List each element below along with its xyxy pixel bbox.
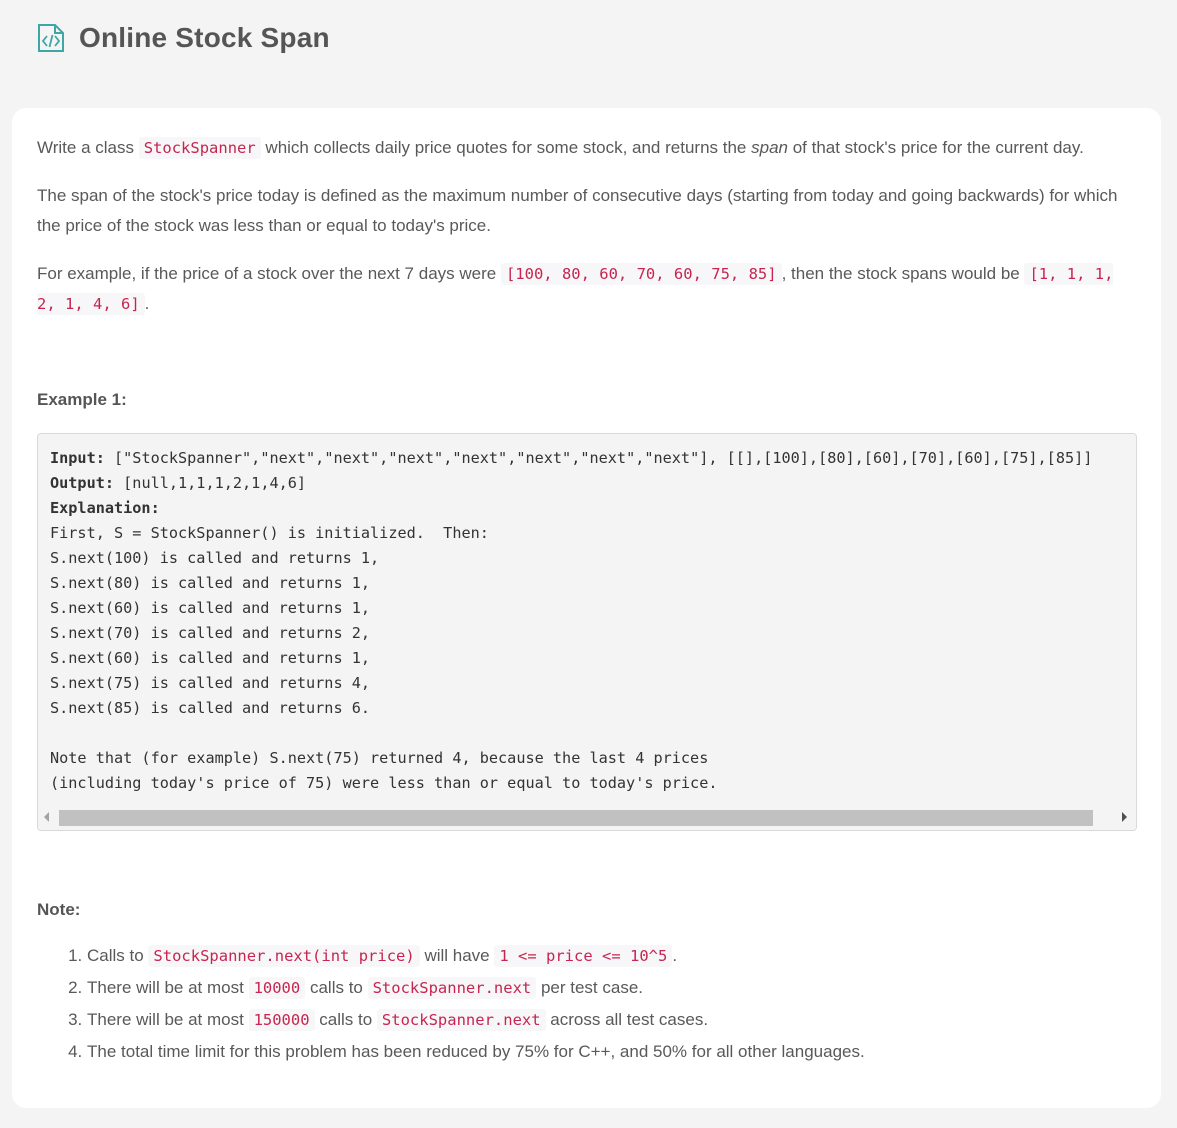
explanation-line: S.next(60) is called and returns 1, (50, 599, 371, 617)
text-segment: per test case. (536, 978, 644, 997)
explanation-line: S.next(60) is called and returns 1, (50, 649, 371, 667)
example-code-text: Input: ["StockSpanner","next","next","ne… (50, 446, 1092, 796)
scrollbar-thumb[interactable] (59, 810, 1093, 826)
explanation-line: S.next(80) is called and returns 1, (50, 574, 371, 592)
description-paragraph-1: Write a class StockSpanner which collect… (37, 133, 1084, 163)
page-header: Online Stock Span (37, 18, 330, 58)
inline-code: [100, 80, 60, 70, 60, 75, 85] (500, 263, 782, 285)
text-segment: There will be at most (87, 1010, 249, 1029)
inline-code: StockSpanner (138, 137, 261, 159)
text-segment: will have (419, 946, 495, 965)
inline-code: StockSpanner.next(int price) (148, 945, 420, 967)
inline-code: StockSpanner.next (376, 1009, 546, 1031)
text-segment: The total time limit for this problem ha… (87, 1042, 865, 1061)
notes-list: Calls to StockSpanner.next(int price) wi… (37, 940, 865, 1067)
text-segment: across all test cases. (545, 1010, 709, 1029)
explanation-line: S.next(75) is called and returns 4, (50, 674, 371, 692)
inline-code: 1 <= price <= 10^5 (494, 945, 673, 967)
horizontal-scrollbar[interactable] (38, 806, 1136, 830)
example-code-block[interactable]: Input: ["StockSpanner","next","next","ne… (37, 433, 1137, 831)
output-label: Output: (50, 474, 115, 492)
text-segment: which collects daily price quotes for so… (260, 138, 752, 157)
text-segment: Calls to (87, 946, 149, 965)
text-segment: , then the stock spans would be (781, 264, 1025, 283)
text-segment: There will be at most (87, 978, 249, 997)
note-item: There will be at most 150000 calls to St… (87, 1004, 865, 1036)
text-segment: . (144, 294, 150, 313)
text-segment: For example, if the price of a stock ove… (37, 264, 501, 283)
input-value: ["StockSpanner","next","next","next","ne… (104, 449, 1093, 467)
page-title: Online Stock Span (79, 22, 330, 53)
explanation-line: S.next(70) is called and returns 2, (50, 624, 371, 642)
explanation-line: Note that (for example) S.next(75) retur… (50, 749, 709, 767)
description-paragraph-3: For example, if the price of a stock ove… (37, 259, 1137, 319)
explanation-line: (including today's price of 75) were les… (50, 774, 718, 792)
explanation-line: First, S = StockSpanner() is initialized… (50, 524, 489, 542)
problem-card: Write a class StockSpanner which collect… (12, 108, 1161, 1108)
note-heading: Note: (37, 900, 81, 919)
text-segment: Write a class (37, 138, 139, 157)
text-segment: calls to (305, 978, 368, 997)
description-paragraph-2: The span of the stock's price today is d… (37, 186, 1118, 235)
text-segment: calls to (314, 1010, 377, 1029)
text-segment: of that stock's price for the current da… (787, 138, 1084, 157)
explanation-line: S.next(100) is called and returns 1, (50, 549, 380, 567)
explanation-line: S.next(85) is called and returns 6. (50, 699, 371, 717)
inline-code: 10000 (248, 977, 306, 999)
emphasis-text: span (751, 138, 788, 157)
input-label: Input: (50, 449, 105, 467)
output-value: [null,1,1,1,2,1,4,6] (114, 474, 307, 492)
explanation-label: Explanation: (50, 499, 160, 517)
note-item: The total time limit for this problem ha… (87, 1036, 865, 1067)
note-item: There will be at most 10000 calls to Sto… (87, 972, 865, 1004)
code-document-icon (37, 23, 65, 53)
inline-code: 150000 (248, 1009, 315, 1031)
scroll-left-arrow-icon[interactable] (44, 812, 49, 822)
text-segment: . (672, 946, 678, 965)
note-item: Calls to StockSpanner.next(int price) wi… (87, 940, 865, 972)
scroll-right-arrow-icon[interactable] (1122, 812, 1127, 822)
example-heading: Example 1: (37, 390, 127, 409)
inline-code: StockSpanner.next (367, 977, 537, 999)
